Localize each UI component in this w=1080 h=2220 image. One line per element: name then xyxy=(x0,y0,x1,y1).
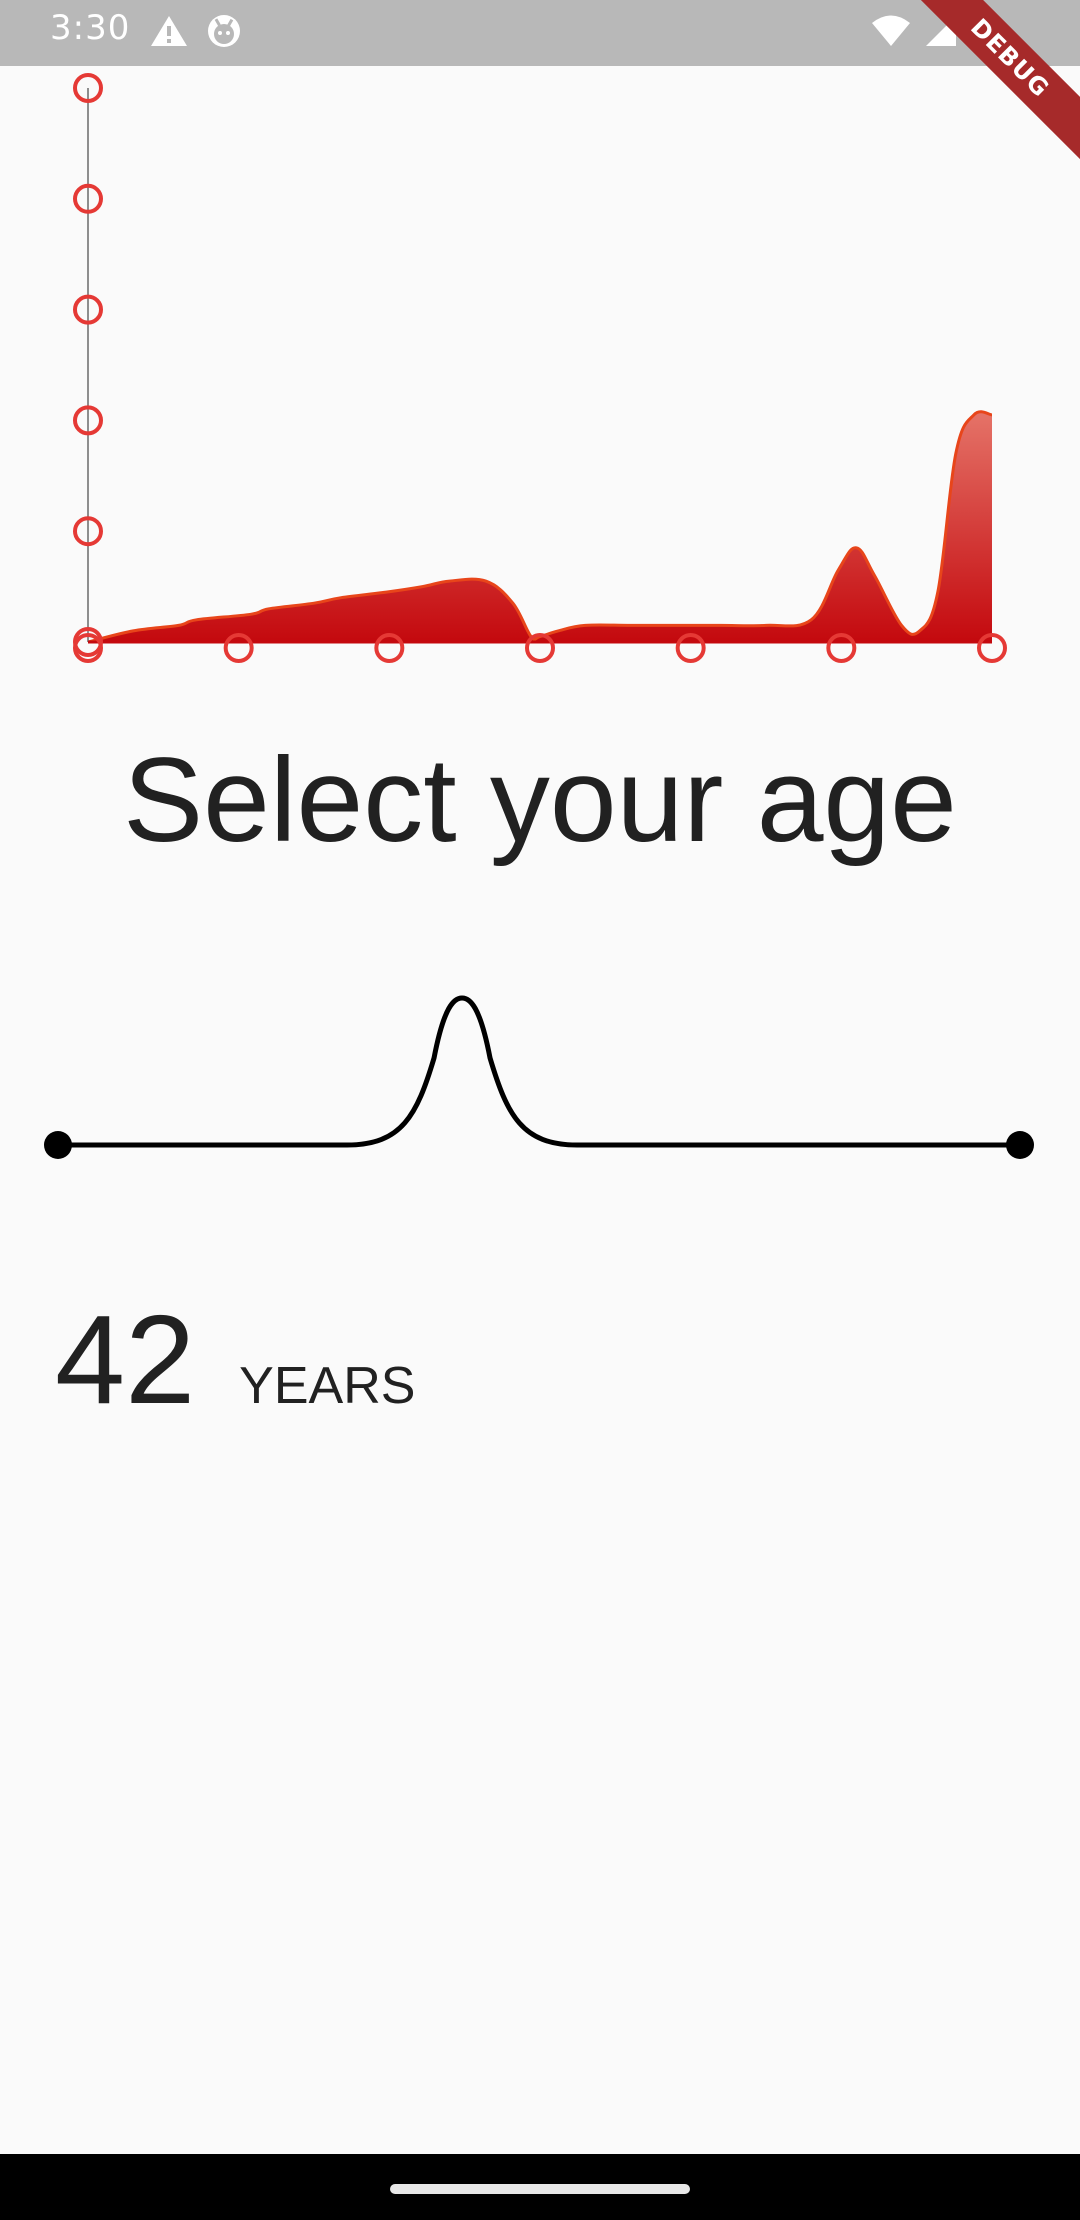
slider-end-dot[interactable] xyxy=(1006,1131,1034,1159)
home-handle[interactable] xyxy=(390,2184,690,2194)
slider-svg[interactable] xyxy=(0,960,1080,1180)
age-slider[interactable] xyxy=(0,960,1080,1180)
age-distribution-chart xyxy=(0,66,1080,666)
chart-svg xyxy=(73,73,1007,663)
age-unit: YEARS xyxy=(239,1357,416,1415)
age-value: 42 xyxy=(55,1289,196,1430)
warning-icon xyxy=(150,14,188,52)
navigation-bar xyxy=(0,2154,1080,2220)
slider-start-dot[interactable] xyxy=(44,1131,72,1159)
status-left-icons xyxy=(150,12,242,54)
status-time: 3:30 xyxy=(50,8,131,48)
slider-track[interactable] xyxy=(58,995,1020,1148)
page-title: Select your age xyxy=(123,733,957,867)
chart-area-fill xyxy=(88,411,992,642)
wifi-icon xyxy=(870,14,912,52)
status-bar: 3:30 xyxy=(0,0,1080,66)
age-readout: 42 YEARS xyxy=(55,1290,415,1430)
android-debug-icon xyxy=(206,13,242,53)
